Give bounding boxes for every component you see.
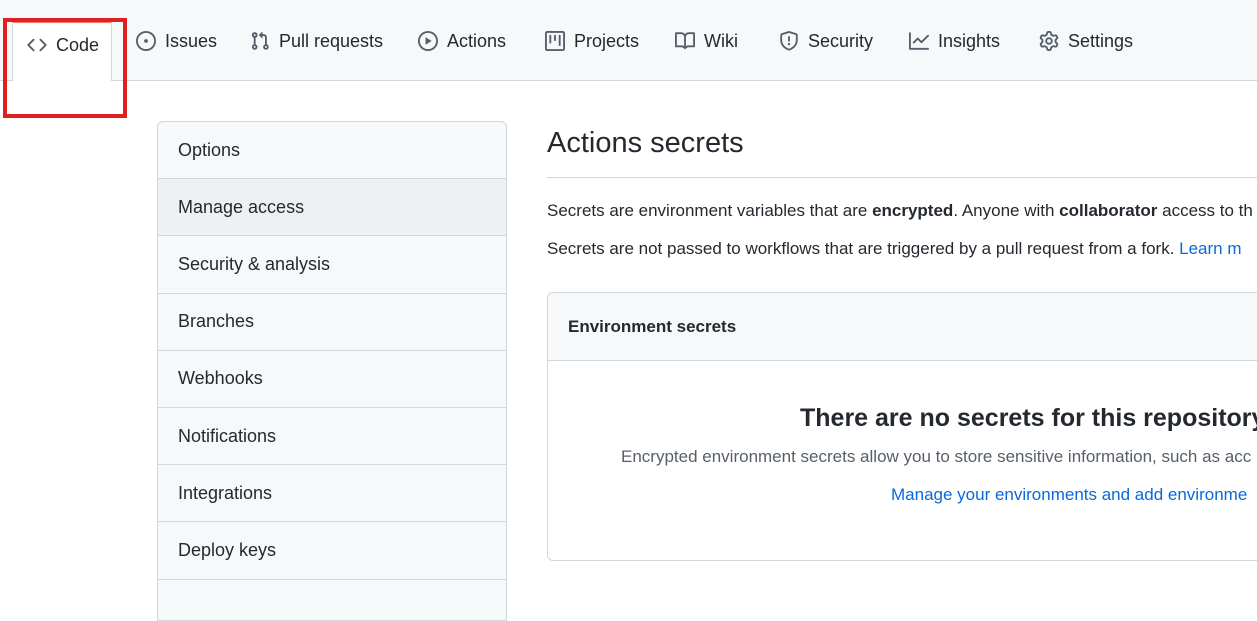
desc2-text: Secrets are not passed to workflows that… bbox=[547, 239, 1180, 258]
desc1-bold-encrypted: encrypted bbox=[872, 201, 954, 220]
sidebar-item-label: Manage access bbox=[178, 196, 305, 217]
main-content: Actions secrets Secrets are environment … bbox=[547, 121, 1257, 600]
tab-projects[interactable]: Projects bbox=[545, 29, 639, 73]
sidebar-item-deploy-keys[interactable]: Deploy keys bbox=[158, 522, 506, 580]
tab-projects-label: Projects bbox=[574, 31, 640, 51]
book-icon bbox=[675, 31, 695, 51]
settings-sidebar: Options Manage access Security & analysi… bbox=[157, 121, 507, 621]
sidebar-item-label: Notifications bbox=[178, 425, 277, 446]
sidebar-item-integrations[interactable]: Integrations bbox=[158, 465, 506, 523]
secrets-description: Secrets are environment variables that a… bbox=[547, 201, 1253, 221]
tab-security-label: Security bbox=[808, 31, 874, 51]
tab-actions[interactable]: Actions bbox=[418, 29, 506, 73]
project-icon bbox=[545, 31, 565, 51]
sidebar-item-options[interactable]: Options bbox=[158, 122, 506, 180]
sidebar-item-label: Options bbox=[178, 139, 241, 160]
page-title: Actions secrets bbox=[547, 127, 744, 159]
git-pull-request-icon bbox=[250, 31, 270, 51]
sidebar-item-label: Security & analysis bbox=[178, 253, 331, 274]
desc1-bold-collaborator: collaborator bbox=[1059, 201, 1158, 220]
tab-pull-requests[interactable]: Pull requests bbox=[250, 29, 383, 73]
sidebar-item-label: Integrations bbox=[178, 482, 273, 503]
tab-wiki[interactable]: Wiki bbox=[675, 29, 738, 73]
environment-secrets-panel: Environment secrets There are no secrets… bbox=[547, 292, 1257, 561]
manage-environments-link[interactable]: Manage your environments and add environ… bbox=[891, 485, 1247, 505]
blankslate-description: Encrypted environment secrets allow you … bbox=[621, 447, 1252, 466]
fork-description: Secrets are not passed to workflows that… bbox=[547, 239, 1242, 259]
title-divider bbox=[547, 177, 1257, 178]
sidebar-item-label: Branches bbox=[178, 311, 255, 332]
graph-icon bbox=[909, 31, 929, 51]
sidebar-item-label: Deploy keys bbox=[178, 539, 277, 560]
sidebar-item-label: Webhooks bbox=[178, 368, 263, 389]
tab-wiki-label: Wiki bbox=[704, 31, 738, 51]
tab-pull-requests-label: Pull requests bbox=[279, 31, 384, 51]
sidebar-item-manage-access[interactable]: Manage access bbox=[158, 179, 506, 237]
issue-opened-icon bbox=[136, 31, 156, 51]
tab-code[interactable]: Code bbox=[12, 20, 113, 81]
tab-security[interactable]: Security bbox=[779, 29, 873, 73]
play-icon bbox=[418, 31, 438, 51]
sidebar-item-security-analysis[interactable]: Security & analysis bbox=[158, 236, 506, 294]
tab-actions-label: Actions bbox=[447, 31, 507, 51]
tab-issues-label: Issues bbox=[165, 31, 218, 51]
sidebar-item-branches[interactable]: Branches bbox=[158, 294, 506, 351]
tab-settings[interactable]: Settings bbox=[1039, 29, 1133, 73]
sidebar-item-webhooks[interactable]: Webhooks bbox=[158, 351, 506, 408]
panel-header: Environment secrets bbox=[548, 293, 1257, 361]
desc1-text-mid: . Anyone with bbox=[953, 201, 1060, 220]
shield-icon bbox=[779, 31, 799, 51]
desc1-text-pre: Secrets are environment variables that a… bbox=[547, 201, 873, 220]
blankslate-title: There are no secrets for this repository… bbox=[800, 404, 1257, 432]
tab-issues[interactable]: Issues bbox=[136, 29, 217, 73]
learn-more-link[interactable]: Learn m bbox=[1179, 239, 1241, 258]
tab-code-label: Code bbox=[56, 35, 100, 55]
desc1-text-post: access to th bbox=[1157, 201, 1253, 220]
repo-nav: Code Issues Pull requests Actions Projec… bbox=[0, 0, 1257, 81]
sidebar-item-notifications[interactable]: Notifications bbox=[158, 408, 506, 466]
tab-settings-label: Settings bbox=[1068, 31, 1134, 51]
tab-insights[interactable]: Insights bbox=[909, 29, 1000, 73]
tab-insights-label: Insights bbox=[938, 31, 1001, 51]
gear-icon bbox=[1039, 31, 1059, 51]
code-icon bbox=[27, 35, 47, 55]
